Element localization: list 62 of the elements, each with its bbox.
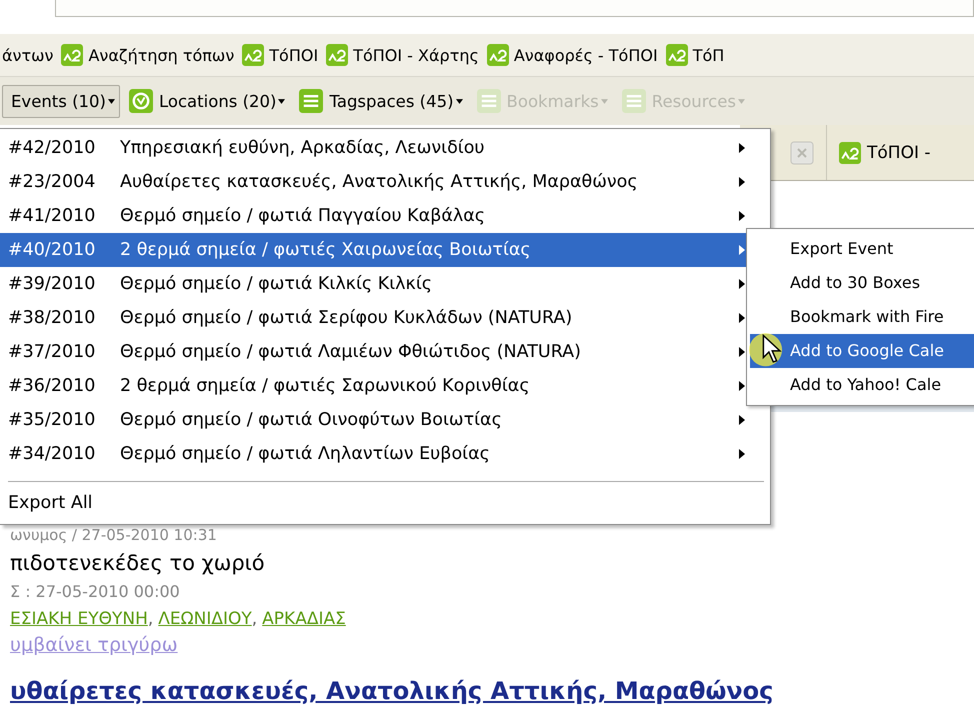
event-title: Αυθαίρετες κατασκευές, Ανατολικής Αττικής, Μαραθώνος [120,172,639,192]
bookmark-link[interactable]: Αναφορές - ΤόΠΟΙ [514,46,658,64]
byline-text: ωνυμος / 27-05-2010 10:31 [10,525,217,546]
dropdown-caret-icon [600,98,608,104]
event-title: Θερμό σημείο / φωτιά Παγγαίου Καβάλας [120,206,486,226]
event-number: #23/2004 [8,172,96,192]
event-number: #35/2010 [8,410,96,430]
submenu-arrow-icon [738,380,746,392]
article-title-link[interactable]: υθαίρετες κατασκευές, Ανατολικής Αττικής, Μαραθώνος [10,676,774,706]
event-title: Θερμό σημείο / φωτιά Ληλαντίων Ευβοίας [120,444,491,464]
dropdown-caret-icon [108,98,115,104]
dropdown-caret-icon [738,98,745,104]
submenu-arrow-icon [738,142,746,154]
submenu-arrow-icon [738,278,746,290]
event-title: 2 θερμά σημεία / φωτιές Χαιρωνείας Βοιωτίας [120,240,532,260]
submenu-arrow-icon [738,312,746,324]
date-text: Σ : 27-05-2010 00:00 [10,581,180,603]
list-icon [299,89,324,113]
separator-text: , [148,608,154,630]
summary-text: πιδοτενεκέδες το χωριό [10,550,265,577]
event-title: Θερμό σημείο / φωτιά Σερίφου Κυκλάδων (NATURA) [120,308,574,328]
dropdown-caret-icon [456,98,463,104]
browser-tab[interactable]: ΤόΠΟΙ - [826,125,931,180]
menu-item[interactable]: #23/2004 Αυθαίρετες κατασκευές, Ανατολικής Αττικής, Μαραθώνος [0,165,770,199]
menu-item[interactable]: #34/2010 Θερμό σημείο / φωτιά Ληλαντίων Ευβοίας [0,437,770,471]
event-number: #40/2010 [8,240,96,260]
logo-icon [839,142,861,164]
event-number: #37/2010 [8,342,96,362]
bookmark-link[interactable]: Αναζήτηση τόπων [88,46,234,64]
list-icon [622,89,646,113]
event-number: #41/2010 [8,206,96,226]
menu-item[interactable]: #35/2010 Θερμό σημείο / φωτιά Οινοφύτων Βοιωτίας [0,403,770,437]
menu-item[interactable]: Export All [0,486,770,520]
bookmark-link[interactable]: ΤόΠΟΙ - Χάρτης [353,46,479,64]
tab-title: ΤόΠΟΙ - [867,142,931,162]
event-title: Θερμό σημείο / φωτιά Οινοφύτων Βοιωτίας [120,410,503,430]
submenu-arrow-icon [738,448,746,460]
toolbar-menu-button[interactable]: Locations (20) [124,82,290,120]
bookmark-link[interactable]: ΤόΠ [692,46,724,64]
dropdown-caret-icon [278,98,286,104]
event-number: #36/2010 [8,376,96,396]
submenu-arrow-icon [738,414,746,426]
close-icon[interactable] [790,140,814,164]
toolbar-menu-button[interactable]: Events (10) [2,84,120,118]
event-number: #38/2010 [8,308,96,328]
menu-item[interactable]: #41/2010 Θερμό σημείο / φωτιά Παγγαίου Καβάλας [0,199,770,233]
event-number: #34/2010 [8,444,96,464]
event-number: #39/2010 [8,274,96,294]
event-number: #42/2010 [8,138,96,158]
submenu-arrow-icon [738,346,746,358]
menu-item[interactable]: #42/2010 Υπηρεσιακή ευθύνη, Αρκαδίας, Λεωνιδίου [0,131,770,165]
event-title: 2 θερμά σημεία / φωτιές Σαρωνικού Κορινθίας [120,376,531,396]
bookmark-link[interactable]: άντων [2,46,54,64]
submenu-arrow-icon [738,176,746,188]
bookmark-link[interactable]: ΤόΠΟΙ [269,46,318,64]
list-icon [476,89,501,113]
toolbar-menu-button[interactable]: Tagspaces (45) [294,82,468,120]
event-title: Θερμό σημείο / φωτιά Κιλκίς Κιλκίς [120,274,434,294]
separator-text: , [252,608,258,630]
submenu-arrow-icon [738,210,746,222]
event-title: Θερμό σημείο / φωτιά Λαμιέων Φθιώτιδος (NATURA) [120,342,582,362]
event-title: Υπηρεσιακή ευθύνη, Αρκαδίας, Λεωνιδίου [120,138,486,158]
